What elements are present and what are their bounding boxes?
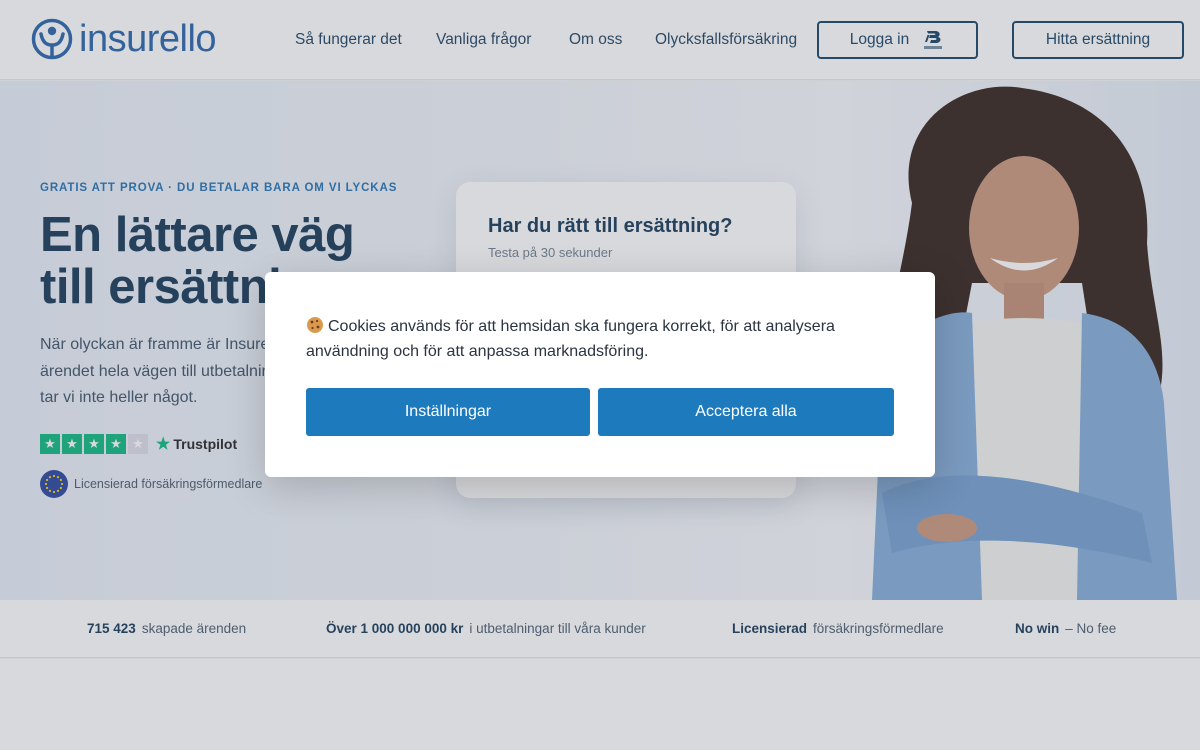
cookie-settings-button[interactable]: Inställningar [306, 388, 590, 436]
cookie-message-text: Cookies används för att hemsidan ska fun… [306, 318, 835, 360]
cookie-icon [307, 317, 323, 333]
cookie-consent-dialog: Cookies används för att hemsidan ska fun… [265, 272, 935, 477]
cookie-message: Cookies används för att hemsidan ska fun… [306, 314, 896, 364]
accept-all-cookies-button[interactable]: Acceptera alla [598, 388, 894, 436]
